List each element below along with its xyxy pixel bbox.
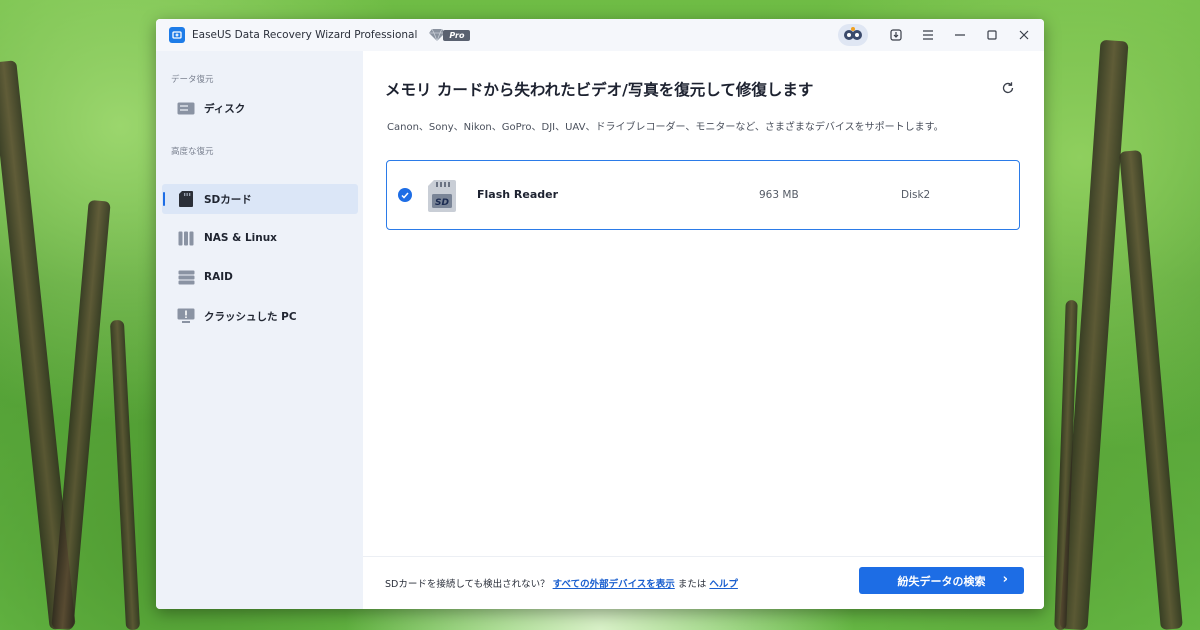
sidebar-item-raid[interactable]: RAID (162, 262, 358, 292)
pro-badge[interactable]: Pro (429, 26, 471, 45)
title-bar: EaseUS Data Recovery Wizard Professional… (156, 19, 1044, 51)
show-all-devices-link[interactable]: すべての外部デバイスを表示 (553, 579, 675, 590)
scan-lost-data-button[interactable]: 紛失データの検索 › (859, 567, 1024, 594)
tree-trunk (1119, 149, 1183, 630)
footer-prefix: SDカードを接続しても検出されない？ (385, 579, 550, 590)
sd-label-text: SD (435, 198, 449, 208)
user-avatar-icon[interactable] (838, 24, 868, 46)
close-icon[interactable] (1016, 27, 1032, 43)
footer-help-text: SDカードを接続しても検出されない？ すべての外部デバイスを表示 または ヘルプ (385, 576, 738, 590)
sidebar: データ復元 ディスク 高度な復元 SDカード NAS & Linux RAID … (156, 51, 363, 609)
device-size: 963 MB (759, 189, 799, 201)
main-panel: メモリ カードから失われたビデオ/写真を復元して修復します Canon、Sony… (363, 51, 1044, 609)
menu-icon[interactable] (920, 27, 936, 43)
nas-icon (177, 231, 195, 245)
section-label-advanced-recovery: 高度な復元 (171, 147, 214, 157)
page-title: メモリ カードから失われたビデオ/写真を復元して修復します (385, 81, 814, 99)
section-label-data-recovery: データ復元 (171, 75, 214, 85)
active-indicator (163, 192, 165, 206)
disk-icon (177, 101, 195, 115)
checkmark-icon[interactable] (398, 188, 412, 202)
footer-or: または (677, 579, 707, 590)
tree-trunk (109, 319, 141, 630)
chevron-right-icon: › (1002, 572, 1008, 587)
sidebar-item-label: NAS & Linux (204, 232, 277, 244)
device-name: Flash Reader (477, 188, 559, 201)
sidebar-item-sd-card[interactable]: SDカード (162, 184, 358, 214)
app-window: EaseUS Data Recovery Wizard Professional… (156, 19, 1044, 609)
footer-bar: SDカードを接続しても検出されない？ すべての外部デバイスを表示 または ヘルプ… (363, 556, 1044, 609)
sidebar-item-label: SDカード (204, 193, 252, 206)
tree-trunk (51, 199, 111, 630)
sidebar-item-crashed-pc[interactable]: クラッシュした PC (162, 301, 358, 331)
raid-icon (177, 270, 195, 284)
app-title: EaseUS Data Recovery Wizard Professional (192, 29, 418, 41)
pro-label: Pro (443, 29, 471, 41)
sidebar-item-label: RAID (204, 271, 233, 283)
title-bar-controls (838, 19, 1032, 51)
device-disk-label: Disk2 (901, 189, 931, 201)
sidebar-item-label: クラッシュした PC (204, 310, 297, 323)
sidebar-item-disk[interactable]: ディスク (162, 93, 358, 123)
minimize-icon[interactable] (952, 27, 968, 43)
help-link[interactable]: ヘルプ (709, 579, 738, 590)
device-card-flash-reader[interactable]: SD Flash Reader 963 MB Disk2 (386, 160, 1020, 230)
scan-button-label: 紛失データの検索 (897, 574, 986, 588)
sd-card-device-icon: SD (427, 179, 457, 212)
app-logo-icon (169, 27, 185, 43)
supported-devices-text: Canon、Sony、Nikon、GoPro、DJI、UAV、ドライブレコーダー… (387, 122, 944, 133)
sidebar-item-nas-linux[interactable]: NAS & Linux (162, 223, 358, 253)
sd-card-icon (177, 191, 195, 207)
sidebar-item-label: ディスク (204, 102, 246, 115)
maximize-icon[interactable] (984, 27, 1000, 43)
crashed-pc-icon (177, 308, 195, 323)
download-icon[interactable] (888, 27, 904, 43)
refresh-icon[interactable] (1000, 81, 1016, 97)
